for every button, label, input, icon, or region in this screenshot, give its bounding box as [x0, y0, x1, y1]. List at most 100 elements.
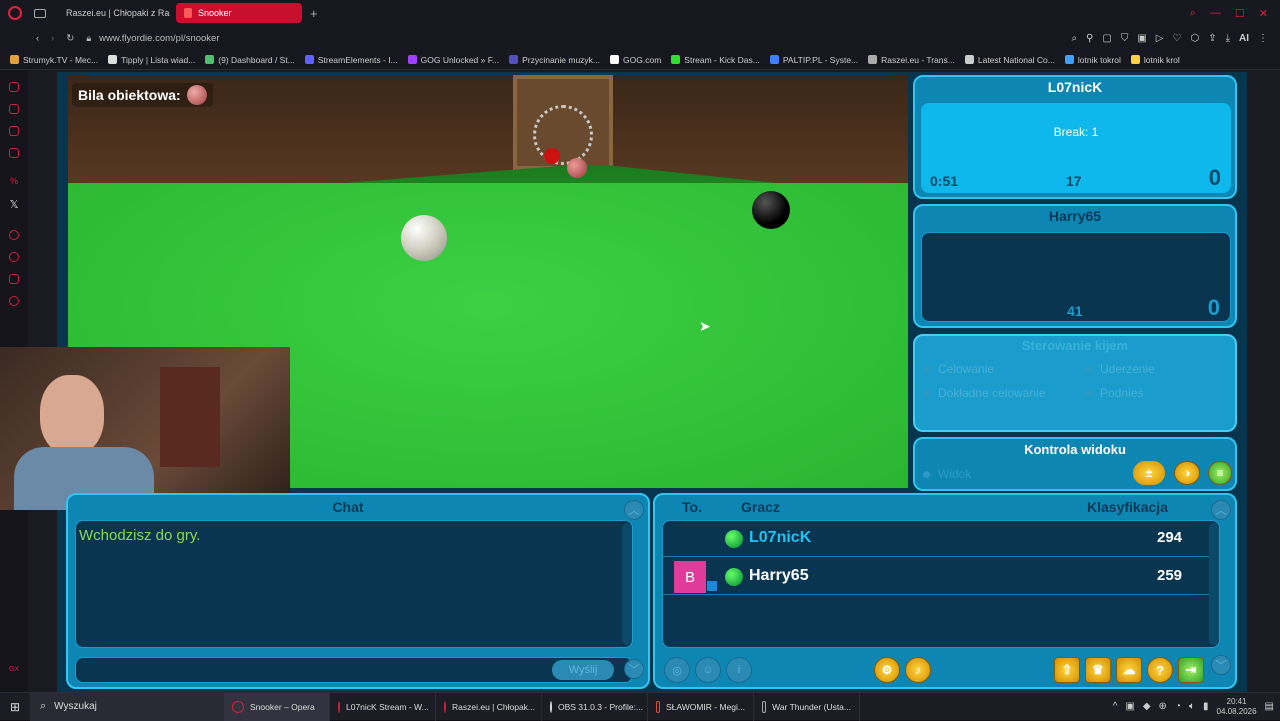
new-tab-button[interactable]: +: [310, 6, 318, 21]
bookmark-item[interactable]: lotnik tokrol: [1064, 55, 1121, 65]
heart-icon[interactable]: ♡: [1172, 33, 1181, 44]
taskbar-search[interactable]: ⌕ Wyszukaj: [30, 692, 224, 721]
notifications-icon[interactable]: ▤: [1265, 701, 1274, 712]
reload-icon[interactable]: ↻: [66, 33, 74, 44]
send-button[interactable]: Wyślij: [552, 660, 614, 680]
tray-network-icon[interactable]: ⊕: [1159, 701, 1167, 712]
opera-logo-icon[interactable]: [8, 6, 22, 20]
play-icon[interactable]: ▷: [1156, 33, 1164, 44]
tray-nvidia-icon[interactable]: ◆: [1143, 701, 1151, 712]
friends-icon[interactable]: ☺: [695, 657, 721, 683]
top-view-icon[interactable]: ≡: [1208, 461, 1232, 485]
upload-icon[interactable]: ⇧: [1054, 657, 1080, 683]
menu-icon[interactable]: ⋮: [1258, 33, 1268, 44]
sidebar-gx-icon[interactable]: GX: [0, 666, 28, 673]
sidebar-x-icon[interactable]: 𝕏: [9, 198, 19, 211]
chat-bubbles-icon[interactable]: ☁: [1116, 657, 1142, 683]
bookmark-item[interactable]: Stream - Kick Das...: [671, 55, 760, 65]
minimize-icon[interactable]: —: [1210, 7, 1221, 20]
url-field[interactable]: www.flyordie.com/pl/snooker: [99, 33, 219, 44]
chat-messages: Wchodzisz do gry.: [75, 520, 633, 648]
start-icon[interactable]: ⊞: [0, 693, 30, 721]
tab-menu-icon[interactable]: [34, 8, 46, 18]
ranking-scrollbar[interactable]: [1209, 523, 1219, 645]
bookmark-favicon-icon: [610, 55, 620, 64]
tray-app-icon[interactable]: ▣: [1125, 701, 1134, 712]
bookmark-item[interactable]: Latest National Co...: [964, 55, 1055, 65]
help-icon[interactable]: ?: [1147, 657, 1173, 683]
share-icon[interactable]: ⇪: [1208, 33, 1216, 44]
precise-aim-option[interactable]: Dokładne celowanie: [923, 386, 1045, 400]
trophy-icon[interactable]: ♛: [1085, 657, 1111, 683]
chat-input[interactable]: [75, 657, 633, 683]
back-icon[interactable]: ‹: [36, 33, 39, 44]
bookmark-item[interactable]: StreamElements - I...: [304, 55, 398, 65]
search-tabs-icon[interactable]: ⌕: [1190, 7, 1196, 20]
bookmark-item[interactable]: Tipply | Lista wiad...: [108, 55, 195, 65]
taskbar-item[interactable]: SŁAWOMIR - Megi...: [648, 692, 754, 721]
snapshot-icon[interactable]: ▢: [1102, 33, 1111, 44]
radio-icon: [1085, 390, 1092, 397]
bookmark-item[interactable]: (9) Dashboard / St...: [205, 55, 295, 65]
taskbar-item[interactable]: War Thunder (Usta...: [754, 692, 860, 721]
bookmark-item[interactable]: Raszei.eu - Trans...: [868, 55, 955, 65]
sidebar-clock-icon[interactable]: [9, 230, 19, 240]
forward-icon[interactable]: ›: [51, 33, 54, 44]
bookmark-item[interactable]: PALTIP.PL - Syste...: [769, 55, 858, 65]
taskbar-item[interactable]: Snooker – Opera: [224, 692, 330, 721]
bookmark-item[interactable]: GOG.com: [610, 55, 661, 65]
wallet-icon[interactable]: ▣: [1137, 33, 1146, 44]
profile-icon[interactable]: ◎: [664, 657, 690, 683]
bookmark-item[interactable]: Strumyk.TV - Mec...: [10, 55, 98, 65]
bookmark-item[interactable]: Przycinanie muzyk...: [509, 55, 600, 65]
sidebar-history-icon[interactable]: [9, 252, 19, 262]
aim-option[interactable]: Celowanie: [923, 362, 994, 376]
shield-icon[interactable]: ⛉: [1121, 33, 1129, 44]
tray-wifi-icon[interactable]: ◔: [1175, 701, 1181, 712]
settings-gear-icon[interactable]: ⚙: [874, 657, 900, 683]
view-option[interactable]: Widok: [923, 467, 971, 481]
sidebar-settings-icon[interactable]: [9, 296, 19, 306]
taskbar-item[interactable]: OBS 31.0.3 - Profile:...: [542, 692, 648, 721]
taskbar-item[interactable]: Raszei.eu | Chłopak...: [436, 692, 542, 721]
rotate-view-icon[interactable]: ◑: [1174, 461, 1200, 485]
tab-snooker[interactable]: Snooker: [176, 3, 302, 23]
zoom-view-icon[interactable]: ±: [1133, 461, 1165, 485]
taskbar-item[interactable]: L07nicK Stream - W...: [330, 692, 436, 721]
table-row[interactable]: B Harry65 259: [663, 559, 1219, 595]
download-icon[interactable]: ⤓: [1226, 33, 1230, 44]
zoom-icon[interactable]: ⌕: [1071, 33, 1077, 44]
sidebar-aria-icon[interactable]: [9, 82, 19, 92]
close-icon[interactable]: ✕: [1259, 7, 1268, 20]
cue-ball: [401, 215, 447, 261]
sidebar-messenger-icon[interactable]: [9, 126, 19, 136]
table-row[interactable]: L07nicK 294: [663, 521, 1219, 557]
ai-button[interactable]: AI: [1239, 33, 1249, 44]
room-furniture: [160, 367, 220, 467]
extensions-icon[interactable]: ⬡: [1190, 33, 1199, 44]
ranking-collapse-icon[interactable]: ︿: [1211, 500, 1231, 520]
player1-scoreboard: Break: 1 0:51 17 0: [921, 103, 1231, 193]
sound-icon[interactable]: ♪: [905, 657, 931, 683]
tray-volume-icon[interactable]: 🔈︎: [1189, 701, 1195, 712]
pin-icon[interactable]: ⚲: [1086, 33, 1093, 44]
chat-expand-icon[interactable]: ﹀: [624, 659, 644, 679]
tray-mic-icon[interactable]: ▮: [1203, 701, 1209, 712]
raise-option[interactable]: Podnieś: [1085, 386, 1143, 400]
tray-chevron-icon[interactable]: ^: [1113, 701, 1118, 712]
chat-collapse-icon[interactable]: ︿: [624, 500, 644, 520]
sidebar-instagram-icon[interactable]: [9, 148, 19, 158]
sidebar-bag-icon[interactable]: [9, 104, 19, 114]
sidebar-box-icon[interactable]: [9, 274, 19, 284]
player2-panel: Harry65 41 0: [913, 204, 1237, 328]
ranking-expand-icon[interactable]: ﹀: [1211, 655, 1231, 675]
strike-option[interactable]: Uderzenie: [1085, 362, 1155, 376]
maximize-icon[interactable]: ☐: [1235, 7, 1245, 20]
bookmark-item[interactable]: lotnik krol: [1130, 55, 1180, 65]
bookmark-item[interactable]: GOG Unlocked » F...: [407, 55, 499, 65]
tab-raszei[interactable]: Raszei.eu | Chłopaki z Ras: [52, 3, 170, 23]
chat-scrollbar[interactable]: [622, 523, 632, 645]
exit-icon[interactable]: ⇥: [1178, 657, 1204, 683]
info-icon[interactable]: i: [726, 657, 752, 683]
sidebar-percent-icon[interactable]: %: [9, 176, 19, 186]
